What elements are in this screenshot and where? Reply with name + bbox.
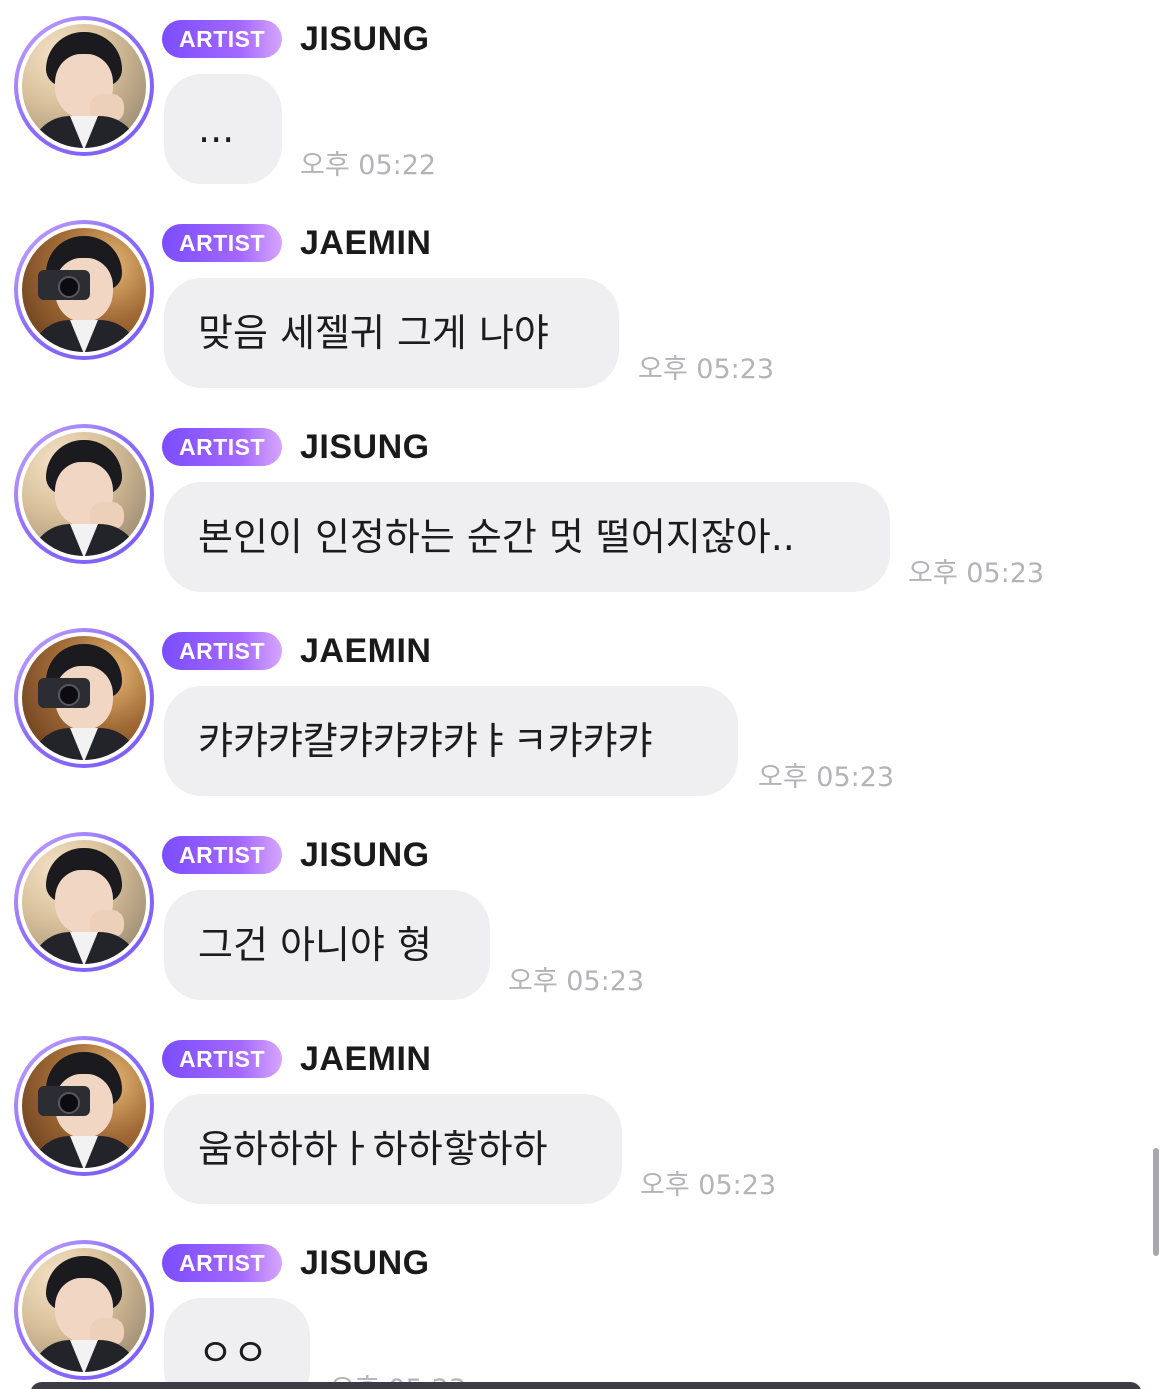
profile-photo xyxy=(22,840,146,964)
profile-photo xyxy=(22,636,146,760)
message-timestamp: 오후 05:23 xyxy=(508,966,645,997)
avatar-jisung[interactable] xyxy=(14,16,154,156)
message-timestamp: 오후 05:23 xyxy=(640,1170,777,1201)
artist-badge: ARTIST xyxy=(162,632,282,670)
artist-badge: ARTIST xyxy=(162,224,282,262)
sender-name[interactable]: JISUNG xyxy=(300,426,430,468)
artist-badge: ARTIST xyxy=(162,1244,282,1282)
profile-photo xyxy=(22,1044,146,1168)
message-bubble[interactable]: 본인이 인정하는 순간 멋 떨어지잖아.. xyxy=(164,482,890,592)
avatar-jisung[interactable] xyxy=(14,424,154,564)
artist-badge: ARTIST xyxy=(162,20,282,58)
profile-photo xyxy=(22,228,146,352)
avatar-jisung[interactable] xyxy=(14,832,154,972)
message-bubble[interactable]: 캬캬캬캴캬캬캬캬ㅑㅋ캬캬캬 xyxy=(164,686,738,796)
message-item: ARTIST JISUNG 그건 아니야 형 오후 05:23 xyxy=(0,816,1140,1020)
scrollbar-thumb[interactable] xyxy=(1153,1148,1159,1256)
message-bubble[interactable]: 맞음 세젤귀 그게 나야 xyxy=(164,278,619,388)
chat-thread[interactable]: ARTIST JISUNG ... 오후 05:22 ARTIST JAEMIN… xyxy=(0,0,1169,1389)
profile-photo xyxy=(22,432,146,556)
message-bubble[interactable]: 움하하하ㅏ하하핳하하 xyxy=(164,1094,622,1204)
artist-badge: ARTIST xyxy=(162,428,282,466)
avatar-jaemin[interactable] xyxy=(14,220,154,360)
profile-photo xyxy=(22,24,146,148)
message-timestamp: 오후 05:22 xyxy=(300,150,437,181)
message-bubble[interactable]: ... xyxy=(164,74,282,184)
sender-name[interactable]: JISUNG xyxy=(300,834,430,876)
sender-name[interactable]: JISUNG xyxy=(300,18,430,60)
message-item: ARTIST JISUNG ... 오후 05:22 xyxy=(0,0,1140,204)
message-timestamp: 오후 05:23 xyxy=(638,354,775,385)
avatar-jaemin[interactable] xyxy=(14,628,154,768)
artist-badge: ARTIST xyxy=(162,836,282,874)
profile-photo xyxy=(22,1248,146,1372)
sender-name[interactable]: JAEMIN xyxy=(300,222,431,264)
message-item: ARTIST JAEMIN 맞음 세젤귀 그게 나야 오후 05:23 xyxy=(0,204,1140,408)
bottom-input-bar[interactable] xyxy=(30,1382,1142,1389)
message-bubble[interactable]: ㅇㅇ xyxy=(164,1298,310,1389)
sender-name[interactable]: JISUNG xyxy=(300,1242,430,1284)
message-item: ARTIST JAEMIN 움하하하ㅏ하하핳하하 오후 05:23 xyxy=(0,1020,1140,1224)
message-item: ARTIST JISUNG ㅇㅇ 오후 05:23 xyxy=(0,1224,1140,1389)
message-item: ARTIST JAEMIN 캬캬캬캴캬캬캬캬ㅑㅋ캬캬캬 오후 05:23 xyxy=(0,612,1140,816)
sender-name[interactable]: JAEMIN xyxy=(300,630,431,672)
artist-badge: ARTIST xyxy=(162,1040,282,1078)
message-timestamp: 오후 05:23 xyxy=(908,558,1045,589)
avatar-jisung[interactable] xyxy=(14,1240,154,1380)
message-timestamp: 오후 05:23 xyxy=(758,762,895,793)
avatar-jaemin[interactable] xyxy=(14,1036,154,1176)
message-bubble[interactable]: 그건 아니야 형 xyxy=(164,890,490,1000)
message-item: ARTIST JISUNG 본인이 인정하는 순간 멋 떨어지잖아.. 오후 0… xyxy=(0,408,1140,612)
sender-name[interactable]: JAEMIN xyxy=(300,1038,431,1080)
